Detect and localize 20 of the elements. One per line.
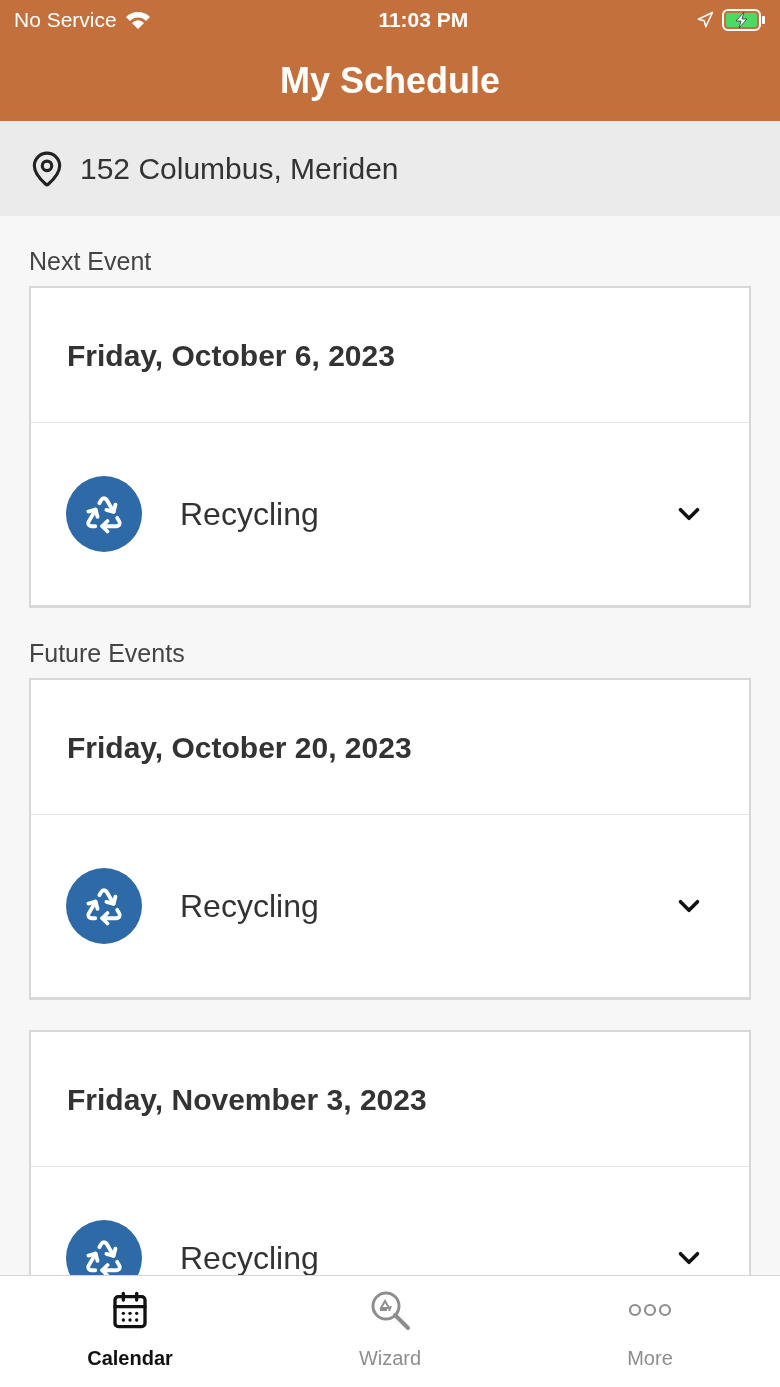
event-date: Friday, October 20, 2023 xyxy=(67,729,412,766)
pickup-name: Recycling xyxy=(180,887,320,926)
section-label: Next Event xyxy=(29,245,152,277)
event-date: Friday, November 3, 2023 xyxy=(67,1081,427,1118)
pickup-name: Recycling xyxy=(180,495,320,534)
wifi-icon xyxy=(124,10,151,30)
pickup-row[interactable]: Recycling xyxy=(31,815,749,997)
pickup-row[interactable]: Recycling xyxy=(31,423,749,605)
carrier-text: No Service xyxy=(14,7,117,34)
more-icon xyxy=(628,1302,672,1318)
screen-title: My Schedule xyxy=(279,58,501,103)
calendar-icon xyxy=(110,1290,150,1330)
event-date: Friday, October 6, 2023 xyxy=(67,337,395,374)
address-text: 152 Columbus, Meriden xyxy=(80,151,399,187)
location-arrow-icon xyxy=(696,11,714,29)
battery-charging-icon xyxy=(722,9,766,31)
tab-bar-item[interactable]: Calendar xyxy=(0,1276,260,1387)
pickup-name: Recycling xyxy=(180,1239,320,1275)
clock-text: 11:03 PM xyxy=(378,7,469,34)
section-label: Future Events xyxy=(29,637,185,669)
